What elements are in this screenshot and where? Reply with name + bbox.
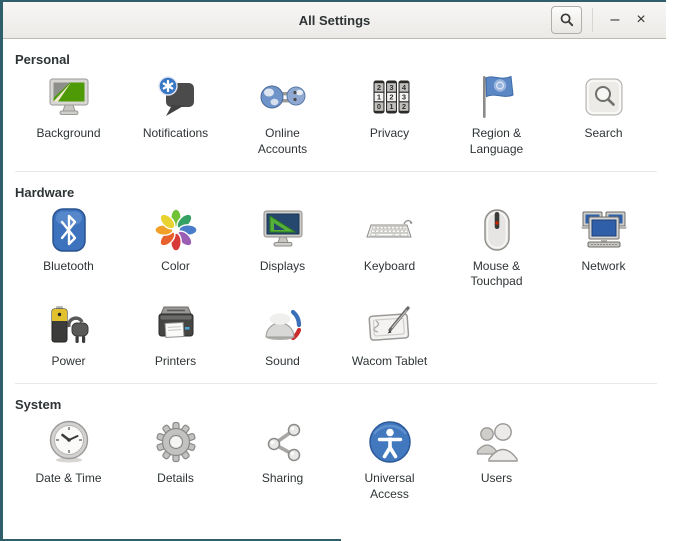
settings-item-label: Printers bbox=[155, 354, 196, 370]
settings-item-label: Displays bbox=[260, 259, 305, 275]
settings-item-label: Sharing bbox=[262, 471, 303, 487]
settings-item-mouse-touchpad[interactable]: Mouse & Touchpad bbox=[443, 205, 550, 291]
background-icon bbox=[47, 72, 91, 122]
settings-item-label: Power bbox=[51, 354, 85, 370]
titlebar: All Settings – × bbox=[3, 2, 666, 39]
section-system: System bbox=[15, 397, 657, 503]
svg-text:2: 2 bbox=[389, 93, 393, 102]
settings-item-notifications[interactable]: Notifications bbox=[122, 72, 229, 158]
section-hardware: Hardware Bluetooth bbox=[15, 185, 657, 370]
settings-item-region-language[interactable]: Region & Language bbox=[443, 72, 550, 158]
settings-item-label: Date & Time bbox=[35, 471, 101, 487]
power-icon bbox=[47, 300, 91, 350]
settings-item-label: Bluetooth bbox=[43, 259, 94, 275]
minimize-button[interactable]: – bbox=[602, 6, 628, 34]
section-separator bbox=[15, 171, 657, 172]
system-grid: Date & Time bbox=[15, 417, 660, 503]
section-header-system: System bbox=[15, 397, 657, 412]
bluetooth-icon bbox=[52, 205, 86, 255]
mouse-touchpad-icon bbox=[483, 205, 511, 255]
settings-item-keyboard[interactable]: Keyboard bbox=[336, 205, 443, 291]
search-tile-icon bbox=[584, 72, 624, 122]
settings-item-label: Search bbox=[584, 126, 622, 142]
settings-panel: Personal Background bbox=[3, 52, 666, 503]
settings-item-label: Universal Access bbox=[349, 471, 431, 503]
wacom-tablet-icon bbox=[366, 300, 414, 350]
all-settings-window: All Settings – × Personal bbox=[0, 0, 666, 541]
printers-icon bbox=[154, 300, 198, 350]
svg-text:2: 2 bbox=[376, 83, 380, 92]
titlebar-separator bbox=[592, 8, 593, 32]
privacy-icon: 2 1 0 3 2 1 4 3 2 bbox=[370, 72, 410, 122]
details-icon bbox=[154, 417, 198, 467]
users-icon bbox=[475, 417, 519, 467]
svg-text:3: 3 bbox=[401, 93, 405, 102]
settings-item-power[interactable]: Power bbox=[15, 300, 122, 370]
settings-item-details[interactable]: Details bbox=[122, 417, 229, 503]
settings-item-label: Online Accounts bbox=[242, 126, 324, 158]
date-time-icon bbox=[46, 417, 92, 467]
svg-text:2: 2 bbox=[401, 102, 405, 111]
settings-item-users[interactable]: Users bbox=[443, 417, 550, 503]
settings-item-online-accounts[interactable]: Online Accounts bbox=[229, 72, 336, 158]
settings-item-color[interactable]: Color bbox=[122, 205, 229, 291]
hardware-grid: Bluetooth bbox=[15, 205, 660, 370]
section-personal: Personal Background bbox=[15, 52, 657, 158]
settings-item-bluetooth[interactable]: Bluetooth bbox=[15, 205, 122, 291]
titlebar-controls: – × bbox=[551, 6, 666, 34]
svg-text:3: 3 bbox=[389, 83, 393, 92]
settings-item-privacy[interactable]: 2 1 0 3 2 1 4 3 2 Priva bbox=[336, 72, 443, 158]
svg-text:1: 1 bbox=[389, 102, 393, 111]
settings-item-background[interactable]: Background bbox=[15, 72, 122, 158]
settings-item-label: Region & Language bbox=[456, 126, 538, 158]
sharing-icon bbox=[261, 417, 305, 467]
section-header-hardware: Hardware bbox=[15, 185, 657, 200]
settings-item-label: Network bbox=[581, 259, 625, 275]
region-language-icon bbox=[477, 72, 517, 122]
displays-icon bbox=[261, 205, 305, 255]
settings-item-label: Color bbox=[161, 259, 190, 275]
online-accounts-icon bbox=[260, 72, 306, 122]
settings-item-sound[interactable]: Sound bbox=[229, 300, 336, 370]
settings-item-label: Keyboard bbox=[364, 259, 415, 275]
universal-access-icon bbox=[368, 417, 412, 467]
personal-grid: Background bbox=[15, 72, 660, 158]
settings-item-label: Sound bbox=[265, 354, 300, 370]
settings-item-date-time[interactable]: Date & Time bbox=[15, 417, 122, 503]
search-icon bbox=[559, 12, 575, 28]
settings-item-network[interactable]: Network bbox=[550, 205, 657, 291]
network-icon bbox=[581, 205, 627, 255]
notifications-icon bbox=[154, 72, 198, 122]
settings-item-label: Users bbox=[481, 471, 512, 487]
search-button[interactable] bbox=[551, 6, 582, 34]
settings-item-printers[interactable]: Printers bbox=[122, 300, 229, 370]
close-button[interactable]: × bbox=[628, 6, 654, 34]
settings-item-label: Wacom Tablet bbox=[352, 354, 427, 370]
svg-text:1: 1 bbox=[376, 93, 380, 102]
settings-item-label: Details bbox=[157, 471, 194, 487]
settings-item-label: Mouse & Touchpad bbox=[456, 259, 538, 291]
settings-item-label: Background bbox=[36, 126, 100, 142]
color-icon bbox=[154, 205, 198, 255]
keyboard-icon bbox=[366, 205, 414, 255]
settings-item-wacom-tablet[interactable]: Wacom Tablet bbox=[336, 300, 443, 370]
settings-item-displays[interactable]: Displays bbox=[229, 205, 336, 291]
section-header-personal: Personal bbox=[15, 52, 657, 67]
sound-icon bbox=[261, 300, 305, 350]
settings-item-search[interactable]: Search bbox=[550, 72, 657, 158]
settings-item-label: Notifications bbox=[143, 126, 208, 142]
svg-text:0: 0 bbox=[376, 102, 380, 111]
settings-item-universal-access[interactable]: Universal Access bbox=[336, 417, 443, 503]
section-separator bbox=[15, 383, 657, 384]
settings-item-label: Privacy bbox=[370, 126, 409, 142]
settings-item-sharing[interactable]: Sharing bbox=[229, 417, 336, 503]
